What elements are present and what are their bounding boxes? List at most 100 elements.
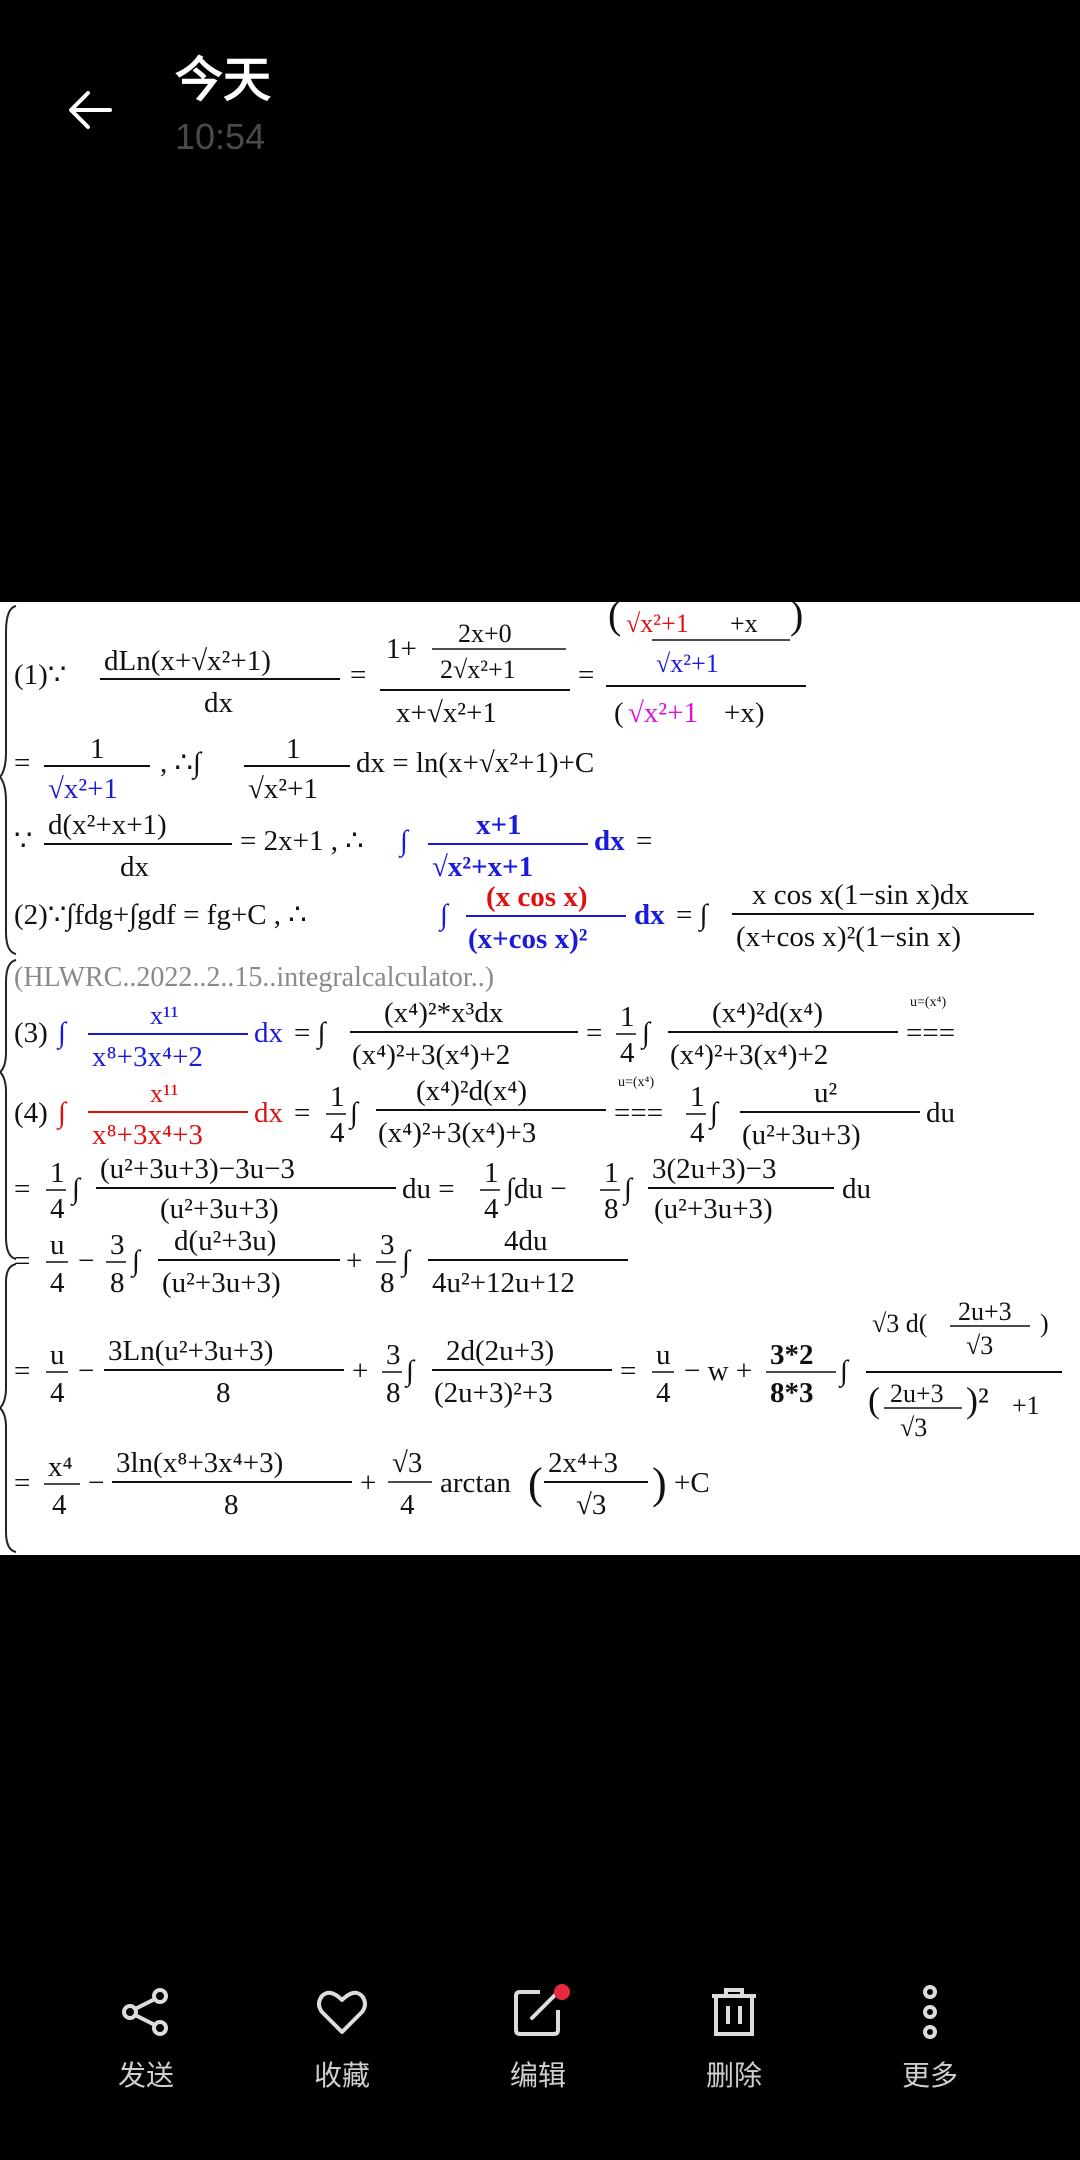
svg-text:− w +: − w +: [684, 1355, 752, 1387]
svg-text:+1: +1: [1012, 1391, 1040, 1420]
more-vertical-icon: [923, 1985, 937, 2039]
page-title: 今天: [175, 52, 272, 108]
photo-image[interactable]: (1)∵ dLn(x+√x²+1) dx = 1+ 2x+0 2√x²+1 x+…: [0, 602, 1080, 1555]
favorite-button[interactable]: 收藏: [272, 1980, 412, 2094]
svg-text:∫: ∫: [838, 1355, 850, 1388]
svg-text:x⁸+3x⁴+2: x⁸+3x⁴+2: [92, 1041, 203, 1073]
svg-text:(3): (3): [14, 1017, 48, 1049]
equation-line-8: = u 4 − 3 8 ∫ d(u²+3u) (u²+3u+3) + 3 8 ∫…: [14, 1225, 628, 1299]
svg-text:(u²+3u+3): (u²+3u+3): [654, 1193, 773, 1225]
svg-text:∫: ∫: [622, 1173, 634, 1206]
svg-text:(: (: [868, 1380, 880, 1420]
svg-text:4: 4: [330, 1117, 345, 1149]
equation-line-9: = u 4 − 3Ln(u²+3u+3) 8 + 3 8 ∫ 2d(2u+3) …: [14, 1297, 1062, 1442]
svg-text:1: 1: [690, 1081, 705, 1113]
svg-text:4: 4: [50, 1193, 65, 1225]
share-button[interactable]: 发送: [76, 1980, 216, 2094]
svg-text:dx: dx: [254, 1017, 284, 1049]
svg-text:): ): [652, 1459, 667, 1508]
svg-text:(1)∵: (1)∵: [14, 659, 66, 691]
heart-icon: [317, 1990, 367, 2034]
svg-text:8: 8: [604, 1193, 619, 1225]
svg-text:2x⁴+3: 2x⁴+3: [548, 1447, 618, 1479]
favorite-label: 收藏: [313, 2059, 370, 2092]
svg-text:3: 3: [386, 1339, 401, 1371]
svg-text:+x): +x): [724, 697, 765, 729]
svg-text:=: =: [350, 659, 366, 691]
svg-text:=: =: [14, 1173, 30, 1205]
svg-text:= ∫: = ∫: [294, 1017, 328, 1050]
svg-text:dLn(x+√x²+1): dLn(x+√x²+1): [104, 645, 271, 677]
svg-text:√3: √3: [900, 1413, 927, 1442]
svg-text:3ln(x⁸+3x⁴+3): 3ln(x⁸+3x⁴+3): [116, 1447, 283, 1479]
svg-text:∫: ∫: [56, 1097, 68, 1130]
equation-line-6: (4) ∫ x¹¹ x⁸+3x⁴+3 dx = 1 4 ∫ (x⁴)²d(x⁴)…: [14, 1075, 955, 1151]
svg-text:2x+0: 2x+0: [458, 619, 512, 648]
edit-label: 编辑: [509, 2059, 566, 2092]
svg-text:√x²+1: √x²+1: [628, 697, 698, 729]
svg-text:4du: 4du: [504, 1225, 548, 1257]
svg-text:√3: √3: [392, 1447, 422, 1479]
trash-icon: [712, 1988, 756, 2036]
svg-text:): ): [1040, 1309, 1049, 1338]
svg-text:dx: dx: [120, 851, 150, 883]
svg-text:(4): (4): [14, 1097, 48, 1129]
svg-text:∫: ∫: [404, 1355, 416, 1388]
svg-text:x+√x²+1: x+√x²+1: [396, 697, 497, 729]
svg-text:x⁸+3x⁴+3: x⁸+3x⁴+3: [92, 1119, 203, 1151]
svg-text:8: 8: [224, 1489, 239, 1521]
svg-text:===: ===: [906, 1017, 955, 1049]
back-button[interactable]: [60, 80, 140, 140]
svg-text:(: (: [608, 602, 621, 637]
svg-text:4: 4: [50, 1377, 65, 1409]
svg-text:∫: ∫: [640, 1017, 652, 1050]
more-button[interactable]: 更多: [860, 1980, 1000, 2094]
svg-text:2u+3: 2u+3: [958, 1297, 1012, 1326]
svg-text:=: =: [294, 1097, 310, 1129]
svg-text:2d(2u+3): 2d(2u+3): [446, 1335, 554, 1367]
svg-text:dx: dx: [634, 899, 665, 931]
svg-text:∫: ∫: [400, 1245, 412, 1278]
svg-text:, ∴∫: , ∴∫: [160, 747, 203, 780]
svg-text:2u+3: 2u+3: [890, 1379, 944, 1408]
svg-text:u: u: [656, 1339, 671, 1371]
edit-button[interactable]: 编辑: [468, 1980, 608, 2094]
svg-text:4: 4: [620, 1037, 635, 1069]
svg-text:∫: ∫: [398, 825, 410, 858]
svg-text:= 2x+1 , ∴: = 2x+1 , ∴: [240, 825, 364, 857]
svg-text:1+: 1+: [386, 633, 417, 665]
svg-text:=: =: [14, 1355, 30, 1387]
svg-text:dx: dx: [204, 687, 234, 719]
svg-text:∫: ∫: [708, 1097, 720, 1130]
svg-text:√3: √3: [966, 1331, 993, 1360]
svg-text:4: 4: [656, 1377, 671, 1409]
svg-text:(2u+3)²+3: (2u+3)²+3: [434, 1377, 553, 1409]
svg-text:∫: ∫: [438, 899, 450, 932]
svg-text:2√x²+1: 2√x²+1: [440, 655, 516, 684]
svg-text:=: =: [14, 747, 30, 779]
svg-text:8*3: 8*3: [770, 1377, 814, 1409]
bottom-toolbar: 发送 收藏 编辑 删除 更多: [0, 1980, 1080, 2100]
svg-text:1: 1: [484, 1157, 499, 1189]
svg-text:(x⁴)²d(x⁴): (x⁴)²d(x⁴): [712, 997, 823, 1029]
svg-text:(u²+3u+3)−3u−3: (u²+3u+3)−3u−3: [100, 1153, 295, 1185]
svg-text:1: 1: [604, 1157, 619, 1189]
delete-button[interactable]: 删除: [664, 1980, 804, 2094]
watermark-text: (HLWRC..2022..2..15..integralcalculator.…: [14, 962, 494, 993]
svg-text:(: (: [528, 1459, 543, 1508]
svg-text:1: 1: [50, 1157, 65, 1189]
svg-text:4: 4: [484, 1193, 499, 1225]
svg-text:∵: ∵: [14, 825, 32, 857]
svg-text:u: u: [50, 1229, 65, 1261]
svg-text:(x+cos x)²(1−sin x): (x+cos x)²(1−sin x): [736, 921, 961, 953]
share-label: 发送: [117, 2059, 174, 2092]
svg-text:d(u²+3u): d(u²+3u): [174, 1225, 276, 1257]
svg-text:arctan: arctan: [440, 1467, 511, 1499]
svg-text:1: 1: [90, 733, 105, 765]
svg-text:4: 4: [400, 1489, 415, 1521]
timestamp: 10:54: [175, 116, 266, 157]
svg-text:===: ===: [614, 1097, 663, 1129]
svg-text:−: −: [78, 1245, 94, 1277]
svg-text:+C: +C: [674, 1467, 710, 1499]
svg-text:u=(x⁴): u=(x⁴): [618, 1075, 654, 1090]
